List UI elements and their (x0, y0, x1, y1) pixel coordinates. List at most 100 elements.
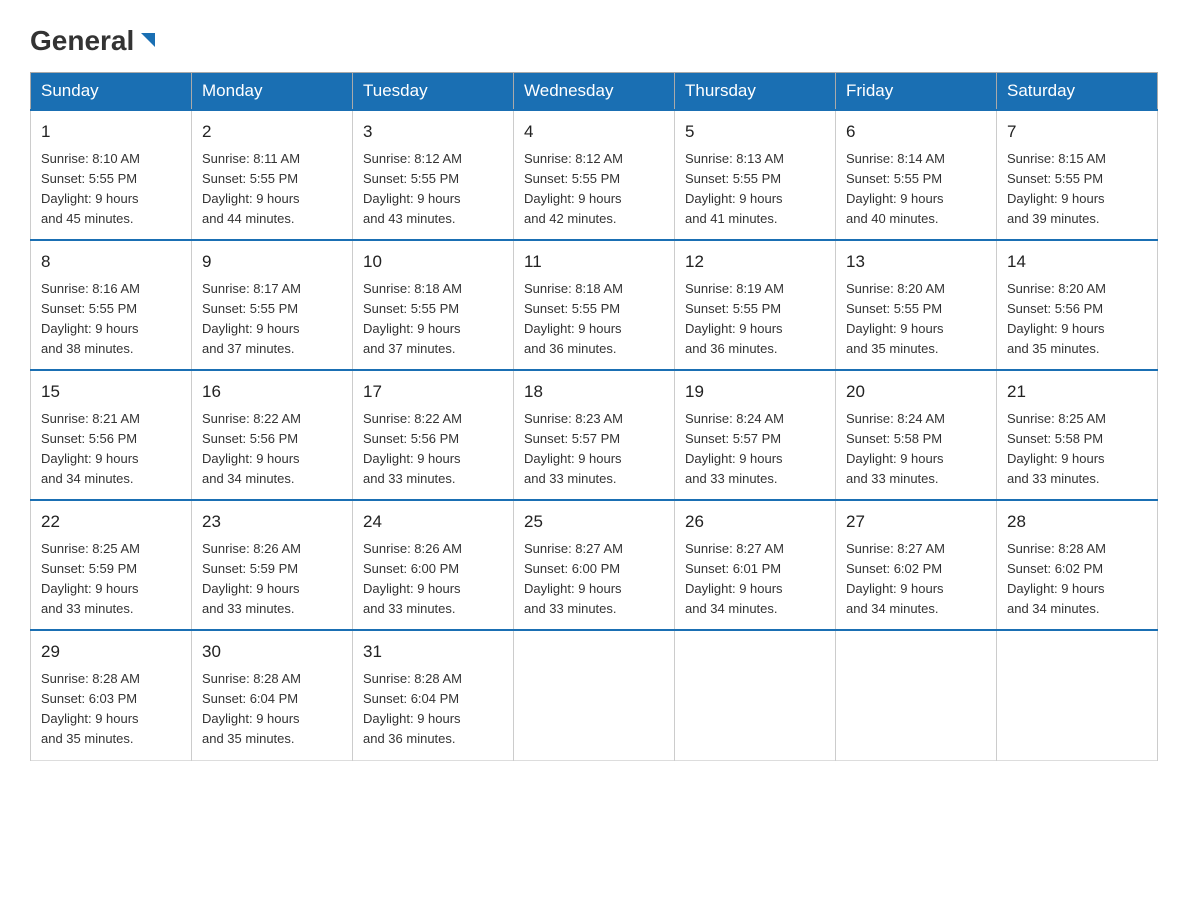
calendar-cell: 13 Sunrise: 8:20 AMSunset: 5:55 PMDaylig… (836, 240, 997, 370)
day-info: Sunrise: 8:14 AMSunset: 5:55 PMDaylight:… (846, 151, 945, 227)
calendar-cell: 31 Sunrise: 8:28 AMSunset: 6:04 PMDaylig… (353, 630, 514, 760)
calendar-cell: 28 Sunrise: 8:28 AMSunset: 6:02 PMDaylig… (997, 500, 1158, 630)
day-number: 12 (685, 249, 825, 275)
day-info: Sunrise: 8:16 AMSunset: 5:55 PMDaylight:… (41, 281, 140, 357)
day-info: Sunrise: 8:12 AMSunset: 5:55 PMDaylight:… (524, 151, 623, 227)
day-info: Sunrise: 8:20 AMSunset: 5:55 PMDaylight:… (846, 281, 945, 357)
calendar-cell: 3 Sunrise: 8:12 AMSunset: 5:55 PMDayligh… (353, 110, 514, 240)
day-number: 6 (846, 119, 986, 145)
calendar-cell: 2 Sunrise: 8:11 AMSunset: 5:55 PMDayligh… (192, 110, 353, 240)
calendar-table: SundayMondayTuesdayWednesdayThursdayFrid… (30, 72, 1158, 761)
calendar-body: 1 Sunrise: 8:10 AMSunset: 5:55 PMDayligh… (31, 110, 1158, 760)
day-number: 9 (202, 249, 342, 275)
day-info: Sunrise: 8:22 AMSunset: 5:56 PMDaylight:… (202, 411, 301, 487)
day-info: Sunrise: 8:27 AMSunset: 6:01 PMDaylight:… (685, 541, 784, 617)
day-number: 13 (846, 249, 986, 275)
calendar-cell: 18 Sunrise: 8:23 AMSunset: 5:57 PMDaylig… (514, 370, 675, 500)
day-info: Sunrise: 8:25 AMSunset: 5:58 PMDaylight:… (1007, 411, 1106, 487)
day-info: Sunrise: 8:18 AMSunset: 5:55 PMDaylight:… (363, 281, 462, 357)
day-number: 21 (1007, 379, 1147, 405)
calendar-cell: 17 Sunrise: 8:22 AMSunset: 5:56 PMDaylig… (353, 370, 514, 500)
day-number: 1 (41, 119, 181, 145)
calendar-cell: 23 Sunrise: 8:26 AMSunset: 5:59 PMDaylig… (192, 500, 353, 630)
day-number: 3 (363, 119, 503, 145)
calendar-cell (514, 630, 675, 760)
calendar-cell: 22 Sunrise: 8:25 AMSunset: 5:59 PMDaylig… (31, 500, 192, 630)
calendar-cell: 24 Sunrise: 8:26 AMSunset: 6:00 PMDaylig… (353, 500, 514, 630)
calendar-cell: 11 Sunrise: 8:18 AMSunset: 5:55 PMDaylig… (514, 240, 675, 370)
day-number: 27 (846, 509, 986, 535)
day-number: 25 (524, 509, 664, 535)
day-number: 30 (202, 639, 342, 665)
day-info: Sunrise: 8:23 AMSunset: 5:57 PMDaylight:… (524, 411, 623, 487)
day-number: 8 (41, 249, 181, 275)
calendar-cell: 10 Sunrise: 8:18 AMSunset: 5:55 PMDaylig… (353, 240, 514, 370)
day-number: 28 (1007, 509, 1147, 535)
day-number: 23 (202, 509, 342, 535)
header-day-monday: Monday (192, 73, 353, 111)
calendar-week-row: 8 Sunrise: 8:16 AMSunset: 5:55 PMDayligh… (31, 240, 1158, 370)
calendar-cell: 5 Sunrise: 8:13 AMSunset: 5:55 PMDayligh… (675, 110, 836, 240)
calendar-cell: 14 Sunrise: 8:20 AMSunset: 5:56 PMDaylig… (997, 240, 1158, 370)
day-number: 2 (202, 119, 342, 145)
day-number: 22 (41, 509, 181, 535)
day-info: Sunrise: 8:24 AMSunset: 5:58 PMDaylight:… (846, 411, 945, 487)
day-info: Sunrise: 8:17 AMSunset: 5:55 PMDaylight:… (202, 281, 301, 357)
day-info: Sunrise: 8:26 AMSunset: 5:59 PMDaylight:… (202, 541, 301, 617)
calendar-cell: 15 Sunrise: 8:21 AMSunset: 5:56 PMDaylig… (31, 370, 192, 500)
calendar-cell (675, 630, 836, 760)
day-info: Sunrise: 8:28 AMSunset: 6:04 PMDaylight:… (202, 671, 301, 747)
day-number: 16 (202, 379, 342, 405)
day-number: 26 (685, 509, 825, 535)
day-info: Sunrise: 8:27 AMSunset: 6:02 PMDaylight:… (846, 541, 945, 617)
day-info: Sunrise: 8:15 AMSunset: 5:55 PMDaylight:… (1007, 151, 1106, 227)
calendar-cell: 30 Sunrise: 8:28 AMSunset: 6:04 PMDaylig… (192, 630, 353, 760)
day-number: 24 (363, 509, 503, 535)
calendar-cell: 12 Sunrise: 8:19 AMSunset: 5:55 PMDaylig… (675, 240, 836, 370)
calendar-cell: 9 Sunrise: 8:17 AMSunset: 5:55 PMDayligh… (192, 240, 353, 370)
calendar-header-row: SundayMondayTuesdayWednesdayThursdayFrid… (31, 73, 1158, 111)
day-info: Sunrise: 8:28 AMSunset: 6:02 PMDaylight:… (1007, 541, 1106, 617)
calendar-week-row: 22 Sunrise: 8:25 AMSunset: 5:59 PMDaylig… (31, 500, 1158, 630)
day-number: 29 (41, 639, 181, 665)
day-info: Sunrise: 8:13 AMSunset: 5:55 PMDaylight:… (685, 151, 784, 227)
header-day-sunday: Sunday (31, 73, 192, 111)
day-info: Sunrise: 8:10 AMSunset: 5:55 PMDaylight:… (41, 151, 140, 227)
day-number: 10 (363, 249, 503, 275)
calendar-cell: 7 Sunrise: 8:15 AMSunset: 5:55 PMDayligh… (997, 110, 1158, 240)
calendar-week-row: 29 Sunrise: 8:28 AMSunset: 6:03 PMDaylig… (31, 630, 1158, 760)
header-day-tuesday: Tuesday (353, 73, 514, 111)
day-info: Sunrise: 8:28 AMSunset: 6:03 PMDaylight:… (41, 671, 140, 747)
day-info: Sunrise: 8:19 AMSunset: 5:55 PMDaylight:… (685, 281, 784, 357)
calendar-cell: 21 Sunrise: 8:25 AMSunset: 5:58 PMDaylig… (997, 370, 1158, 500)
day-number: 11 (524, 249, 664, 275)
calendar-cell: 1 Sunrise: 8:10 AMSunset: 5:55 PMDayligh… (31, 110, 192, 240)
day-info: Sunrise: 8:25 AMSunset: 5:59 PMDaylight:… (41, 541, 140, 617)
day-number: 19 (685, 379, 825, 405)
calendar-cell (997, 630, 1158, 760)
calendar-cell: 27 Sunrise: 8:27 AMSunset: 6:02 PMDaylig… (836, 500, 997, 630)
day-number: 14 (1007, 249, 1147, 275)
day-number: 31 (363, 639, 503, 665)
header-day-saturday: Saturday (997, 73, 1158, 111)
day-info: Sunrise: 8:21 AMSunset: 5:56 PMDaylight:… (41, 411, 140, 487)
day-number: 18 (524, 379, 664, 405)
day-number: 7 (1007, 119, 1147, 145)
calendar-cell (836, 630, 997, 760)
day-info: Sunrise: 8:26 AMSunset: 6:00 PMDaylight:… (363, 541, 462, 617)
day-number: 4 (524, 119, 664, 145)
logo: General (30, 24, 159, 52)
calendar-cell: 29 Sunrise: 8:28 AMSunset: 6:03 PMDaylig… (31, 630, 192, 760)
logo-general-text: General (30, 24, 159, 58)
header-day-friday: Friday (836, 73, 997, 111)
day-number: 5 (685, 119, 825, 145)
calendar-cell: 8 Sunrise: 8:16 AMSunset: 5:55 PMDayligh… (31, 240, 192, 370)
header-day-wednesday: Wednesday (514, 73, 675, 111)
calendar-week-row: 1 Sunrise: 8:10 AMSunset: 5:55 PMDayligh… (31, 110, 1158, 240)
calendar-cell: 6 Sunrise: 8:14 AMSunset: 5:55 PMDayligh… (836, 110, 997, 240)
day-info: Sunrise: 8:22 AMSunset: 5:56 PMDaylight:… (363, 411, 462, 487)
day-info: Sunrise: 8:18 AMSunset: 5:55 PMDaylight:… (524, 281, 623, 357)
calendar-week-row: 15 Sunrise: 8:21 AMSunset: 5:56 PMDaylig… (31, 370, 1158, 500)
calendar-cell: 20 Sunrise: 8:24 AMSunset: 5:58 PMDaylig… (836, 370, 997, 500)
day-number: 20 (846, 379, 986, 405)
